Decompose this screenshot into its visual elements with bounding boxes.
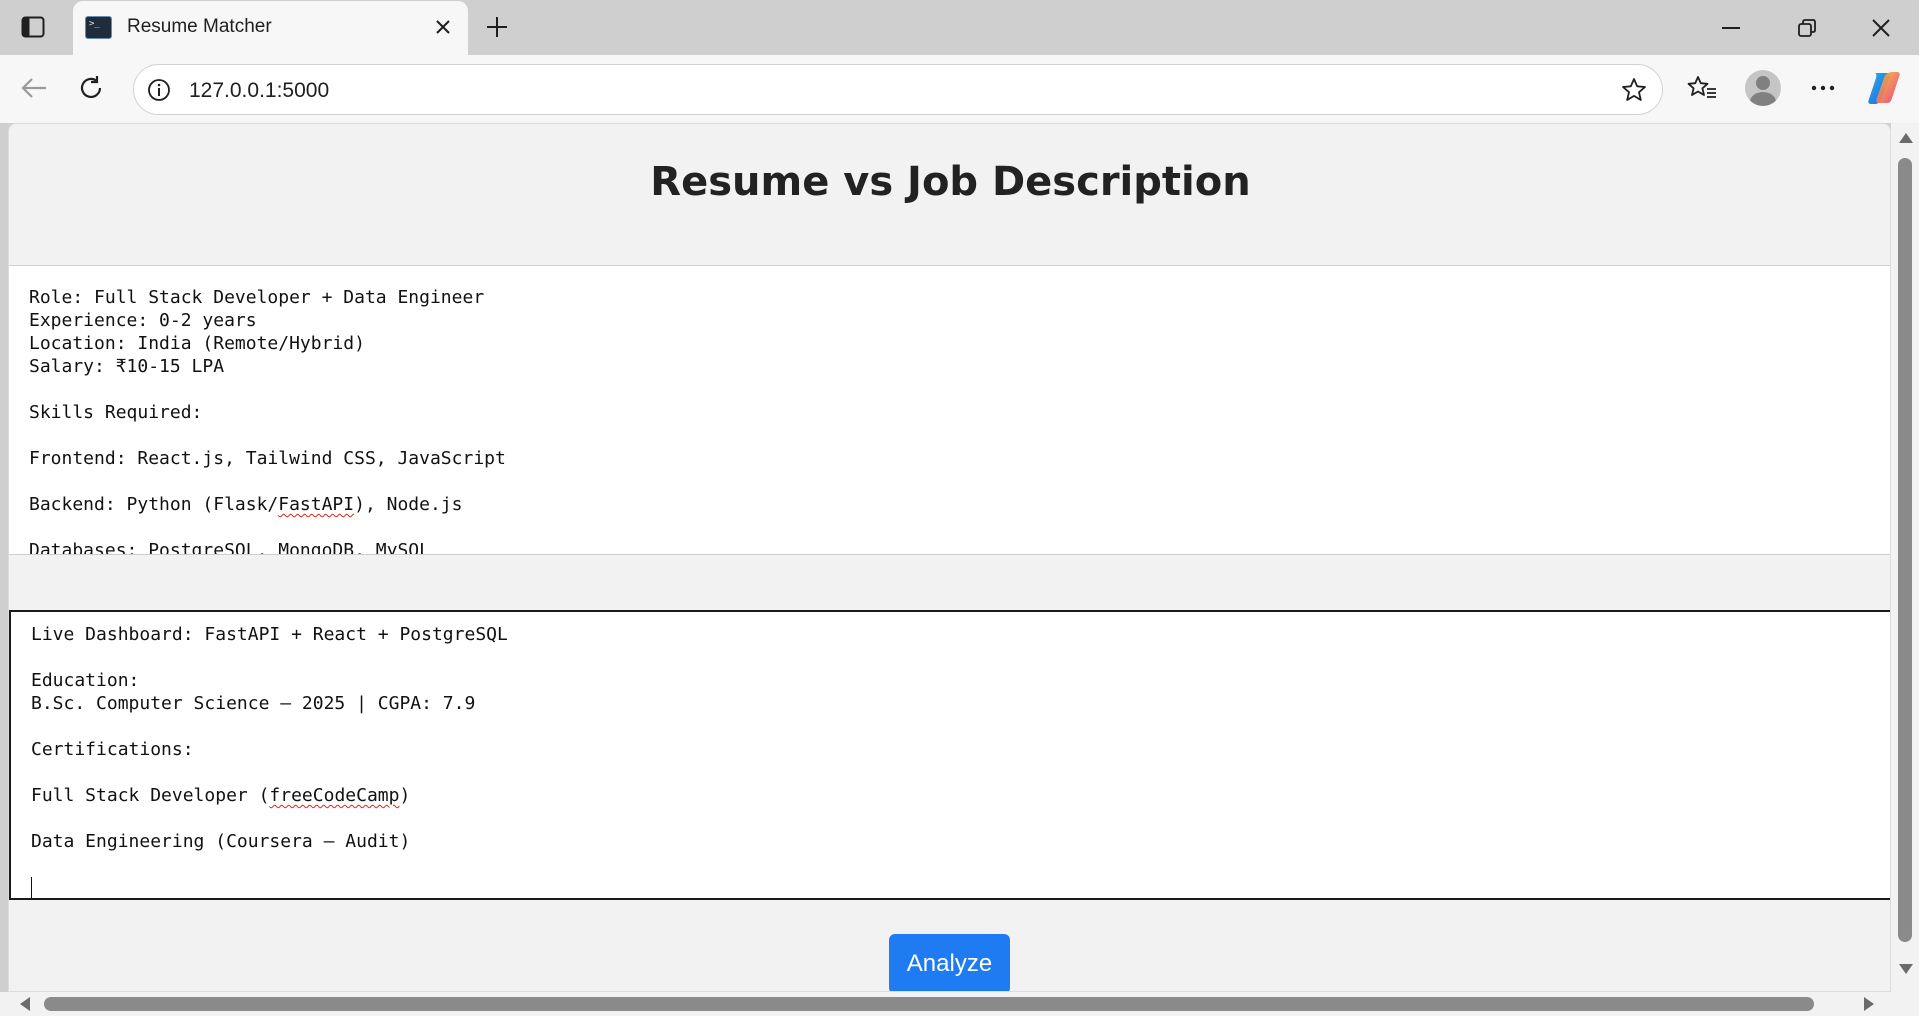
info-icon[interactable] bbox=[146, 77, 172, 103]
browser-toolbar: 127.0.0.1:5000 bbox=[0, 55, 1919, 123]
job-description-textarea[interactable]: Role: Full Stack Developer + Data Engine… bbox=[9, 265, 1890, 555]
title-bar: Resume Matcher bbox=[0, 0, 1919, 55]
resume-textarea[interactable]: Live Dashboard: FastAPI + React + Postgr… bbox=[9, 610, 1890, 900]
vertical-scrollbar[interactable] bbox=[1891, 123, 1919, 992]
close-window-icon[interactable] bbox=[1843, 0, 1919, 55]
favorites-icon[interactable] bbox=[1682, 68, 1722, 108]
vertical-scroll-thumb[interactable] bbox=[1898, 158, 1912, 942]
misspelled-word: FastAPI bbox=[278, 494, 355, 515]
reload-icon[interactable] bbox=[71, 68, 111, 108]
tab-actions-icon[interactable] bbox=[14, 10, 52, 44]
more-icon[interactable] bbox=[1803, 68, 1843, 108]
analyze-button[interactable]: Analyze bbox=[889, 934, 1010, 991]
copilot-icon[interactable] bbox=[1864, 68, 1904, 108]
url-text[interactable]: 127.0.0.1:5000 bbox=[189, 79, 329, 103]
tab-resume-matcher[interactable]: Resume Matcher bbox=[73, 1, 468, 55]
avatar[interactable] bbox=[1745, 70, 1781, 106]
back-arrow-icon[interactable] bbox=[14, 68, 54, 108]
scroll-up-icon[interactable] bbox=[1899, 133, 1913, 143]
star-icon[interactable] bbox=[1620, 76, 1648, 104]
misspelled-word: freeCodeCamp bbox=[269, 785, 400, 806]
terminal-favicon-icon bbox=[85, 16, 112, 39]
resume-text: Live Dashboard: FastAPI + React + Postgr… bbox=[31, 624, 508, 806]
scroll-down-icon[interactable] bbox=[1899, 964, 1913, 974]
minimize-icon[interactable] bbox=[1693, 0, 1769, 55]
horizontal-scroll-thumb[interactable] bbox=[44, 997, 1814, 1011]
horizontal-scrollbar[interactable] bbox=[0, 992, 1919, 1016]
tab-title: Resume Matcher bbox=[127, 16, 272, 37]
text-caret bbox=[31, 877, 32, 898]
address-bar[interactable]: 127.0.0.1:5000 bbox=[133, 64, 1663, 115]
scroll-left-icon[interactable] bbox=[20, 997, 30, 1011]
close-icon[interactable] bbox=[428, 12, 458, 42]
job-description-text: Role: Full Stack Developer + Data Engine… bbox=[29, 287, 506, 515]
restore-icon[interactable] bbox=[1769, 0, 1845, 55]
scroll-right-icon[interactable] bbox=[1864, 997, 1874, 1011]
page-title: Resume vs Job Description bbox=[650, 159, 1251, 205]
plus-icon[interactable] bbox=[480, 10, 514, 44]
page-viewport: Resume vs Job Description Role: Full Sta… bbox=[8, 123, 1891, 992]
